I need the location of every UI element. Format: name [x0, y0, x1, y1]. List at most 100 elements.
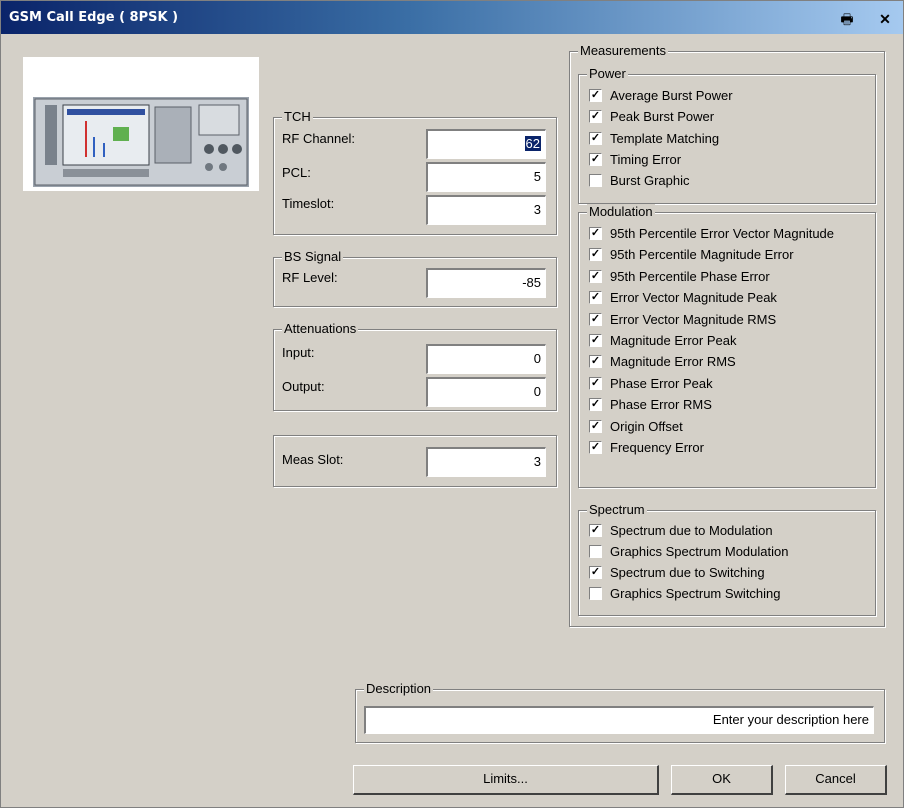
checkbox-label: Timing Error: [610, 151, 682, 167]
checkbox-unchecked[interactable]: [589, 174, 602, 188]
checkbox-label: Spectrum due to Modulation: [610, 523, 773, 538]
meas-slot-input[interactable]: 3: [426, 447, 546, 477]
description-legend: Description: [364, 681, 434, 696]
rf-level-input[interactable]: -85: [426, 268, 546, 298]
input-label: Input:: [282, 345, 315, 360]
checkbox-checked[interactable]: ✓: [589, 110, 602, 124]
checkbox-label: Phase Error Peak: [610, 375, 713, 391]
dialog-window: GSM Call Edge ( 8PSK ) 🖶 ✕ TCH RF Channe…: [0, 0, 904, 808]
power-legend: Power: [587, 66, 628, 81]
checkbox-label: Spectrum due to Switching: [610, 565, 765, 580]
description-group: Description Enter your description here: [355, 681, 885, 743]
checkbox-label: 95th Percentile Magnitude Error: [610, 247, 794, 263]
attenuations-group: Attenuations Input: 0 Output: 0: [273, 321, 557, 411]
spectrum-checkbox-row[interactable]: Graphics Spectrum Modulation: [589, 544, 788, 562]
modulation-checkbox-row[interactable]: ✓ 95th Percentile Error Vector Magnitude: [589, 226, 834, 244]
ok-button[interactable]: OK: [671, 765, 773, 795]
modulation-group: Modulation ✓ 95th Percentile Error Vector…: [578, 204, 876, 488]
cancel-button[interactable]: Cancel: [785, 765, 887, 795]
checkbox-label: 95th Percentile Error Vector Magnitude: [610, 226, 835, 241]
checkbox-checked[interactable]: ✓: [589, 524, 602, 538]
modulation-checkbox-row[interactable]: ✓ Frequency Error: [589, 440, 704, 458]
modulation-legend: Modulation: [587, 204, 655, 219]
checkbox-checked[interactable]: ✓: [589, 419, 602, 433]
checkbox-checked[interactable]: ✓: [589, 312, 602, 326]
checkbox-label: Origin Offset: [610, 418, 683, 434]
checkbox-label: Error Vector Magnitude Peak: [610, 290, 777, 306]
bs-signal-group: BS Signal RF Level: -85: [273, 249, 557, 307]
spectrum-checkbox-row[interactable]: ✓ Spectrum due to Switching: [589, 565, 765, 583]
checkbox-checked[interactable]: ✓: [589, 291, 602, 305]
timeslot-input[interactable]: 3: [426, 195, 546, 225]
power-checkbox-row[interactable]: ✓ Timing Error: [589, 152, 681, 170]
close-icon[interactable]: ✕: [875, 10, 895, 28]
modulation-checkbox-row[interactable]: ✓ 95th Percentile Magnitude Error: [589, 247, 794, 265]
checkbox-label: Burst Graphic: [610, 173, 690, 189]
measurements-legend: Measurements: [578, 43, 668, 58]
checkbox-checked[interactable]: ✓: [589, 355, 602, 369]
checkbox-checked[interactable]: ✓: [589, 441, 602, 455]
window-title: GSM Call Edge ( 8PSK ): [9, 10, 179, 25]
checkbox-label: Magnitude Error Peak: [610, 333, 737, 348]
checkbox-label: Magnitude Error RMS: [610, 354, 736, 370]
title-bar[interactable]: GSM Call Edge ( 8PSK ) 🖶 ✕: [1, 1, 903, 34]
checkbox-checked[interactable]: ✓: [589, 269, 602, 283]
modulation-checkbox-row[interactable]: ✓ Phase Error RMS: [589, 397, 712, 415]
modulation-checkbox-row[interactable]: ✓ Magnitude Error RMS: [589, 354, 736, 372]
power-checkbox-row[interactable]: ✓ Average Burst Power: [589, 88, 733, 106]
checkbox-label: Graphics Spectrum Switching: [610, 586, 781, 601]
meas-slot-group: Meas Slot: 3: [273, 435, 557, 487]
checkbox-label: Graphics Spectrum Modulation: [610, 544, 789, 559]
checkbox-unchecked[interactable]: [589, 545, 602, 559]
modulation-checkbox-row[interactable]: ✓ Error Vector Magnitude RMS: [589, 312, 776, 330]
checkbox-checked[interactable]: ✓: [589, 89, 602, 103]
power-checkbox-row[interactable]: ✓ Template Matching: [589, 131, 719, 149]
bs-signal-legend: BS Signal: [282, 249, 344, 264]
power-checkbox-row[interactable]: Burst Graphic: [589, 173, 689, 191]
pcl-input[interactable]: 5: [426, 162, 546, 192]
spectrum-legend: Spectrum: [587, 502, 647, 517]
power-checkbox-row[interactable]: ✓ Peak Burst Power: [589, 109, 714, 127]
checkbox-label: Error Vector Magnitude RMS: [610, 311, 777, 327]
modulation-checkbox-row[interactable]: ✓ Error Vector Magnitude Peak: [589, 290, 777, 308]
checkbox-checked[interactable]: ✓: [589, 248, 602, 262]
input-attenuation-input[interactable]: 0: [426, 344, 546, 374]
spectrum-checkbox-row[interactable]: Graphics Spectrum Switching: [589, 586, 781, 604]
checkbox-label: Template Matching: [610, 130, 720, 146]
modulation-checkbox-row[interactable]: ✓ 95th Percentile Phase Error: [589, 269, 770, 287]
modulation-checkbox-row[interactable]: ✓ Magnitude Error Peak: [589, 333, 736, 351]
checkbox-unchecked[interactable]: [589, 587, 602, 601]
checkbox-checked[interactable]: ✓: [589, 376, 602, 390]
printer-icon[interactable]: 🖶: [837, 10, 857, 28]
checkbox-checked[interactable]: ✓: [589, 566, 602, 580]
checkbox-label: Average Burst Power: [610, 88, 733, 103]
checkbox-checked[interactable]: ✓: [589, 227, 602, 241]
description-input[interactable]: Enter your description here: [364, 706, 874, 734]
modulation-checkbox-row[interactable]: ✓ Origin Offset: [589, 419, 683, 437]
meas-slot-label: Meas Slot:: [282, 452, 344, 467]
output-label: Output:: [282, 379, 325, 394]
timeslot-label: Timeslot:: [282, 196, 335, 211]
rf-channel-input[interactable]: 62: [426, 129, 546, 159]
limits-button[interactable]: Limits...: [353, 765, 659, 795]
checkbox-label: Phase Error RMS: [610, 397, 712, 413]
checkbox-checked[interactable]: ✓: [589, 398, 602, 412]
spectrum-group: Spectrum ✓ Spectrum due to Modulation Grap…: [578, 502, 876, 616]
modulation-checkbox-row[interactable]: ✓ Phase Error Peak: [589, 376, 713, 394]
checkbox-checked[interactable]: ✓: [589, 131, 602, 145]
checkbox-checked[interactable]: ✓: [589, 152, 602, 166]
rf-level-label: RF Level:: [282, 270, 338, 285]
checkbox-checked[interactable]: ✓: [589, 334, 602, 348]
checkbox-label: 95th Percentile Phase Error: [610, 268, 770, 284]
pcl-label: PCL:: [282, 165, 311, 180]
output-attenuation-input[interactable]: 0: [426, 377, 546, 407]
tch-group: TCH RF Channel: 62 PCL: 5 Timeslot: 3: [273, 109, 557, 235]
spectrum-checkbox-row[interactable]: ✓ Spectrum due to Modulation: [589, 523, 773, 541]
rf-channel-label: RF Channel:: [282, 131, 355, 146]
instrument-image: [23, 57, 259, 191]
tch-legend: TCH: [282, 109, 313, 124]
checkbox-label: Frequency Error: [610, 440, 704, 455]
measurements-group: Measurements Power ✓ Average Burst Power ✓…: [569, 43, 885, 627]
checkbox-label: Peak Burst Power: [610, 109, 715, 125]
power-group: Power ✓ Average Burst Power ✓ Peak Burst Po…: [578, 66, 876, 204]
